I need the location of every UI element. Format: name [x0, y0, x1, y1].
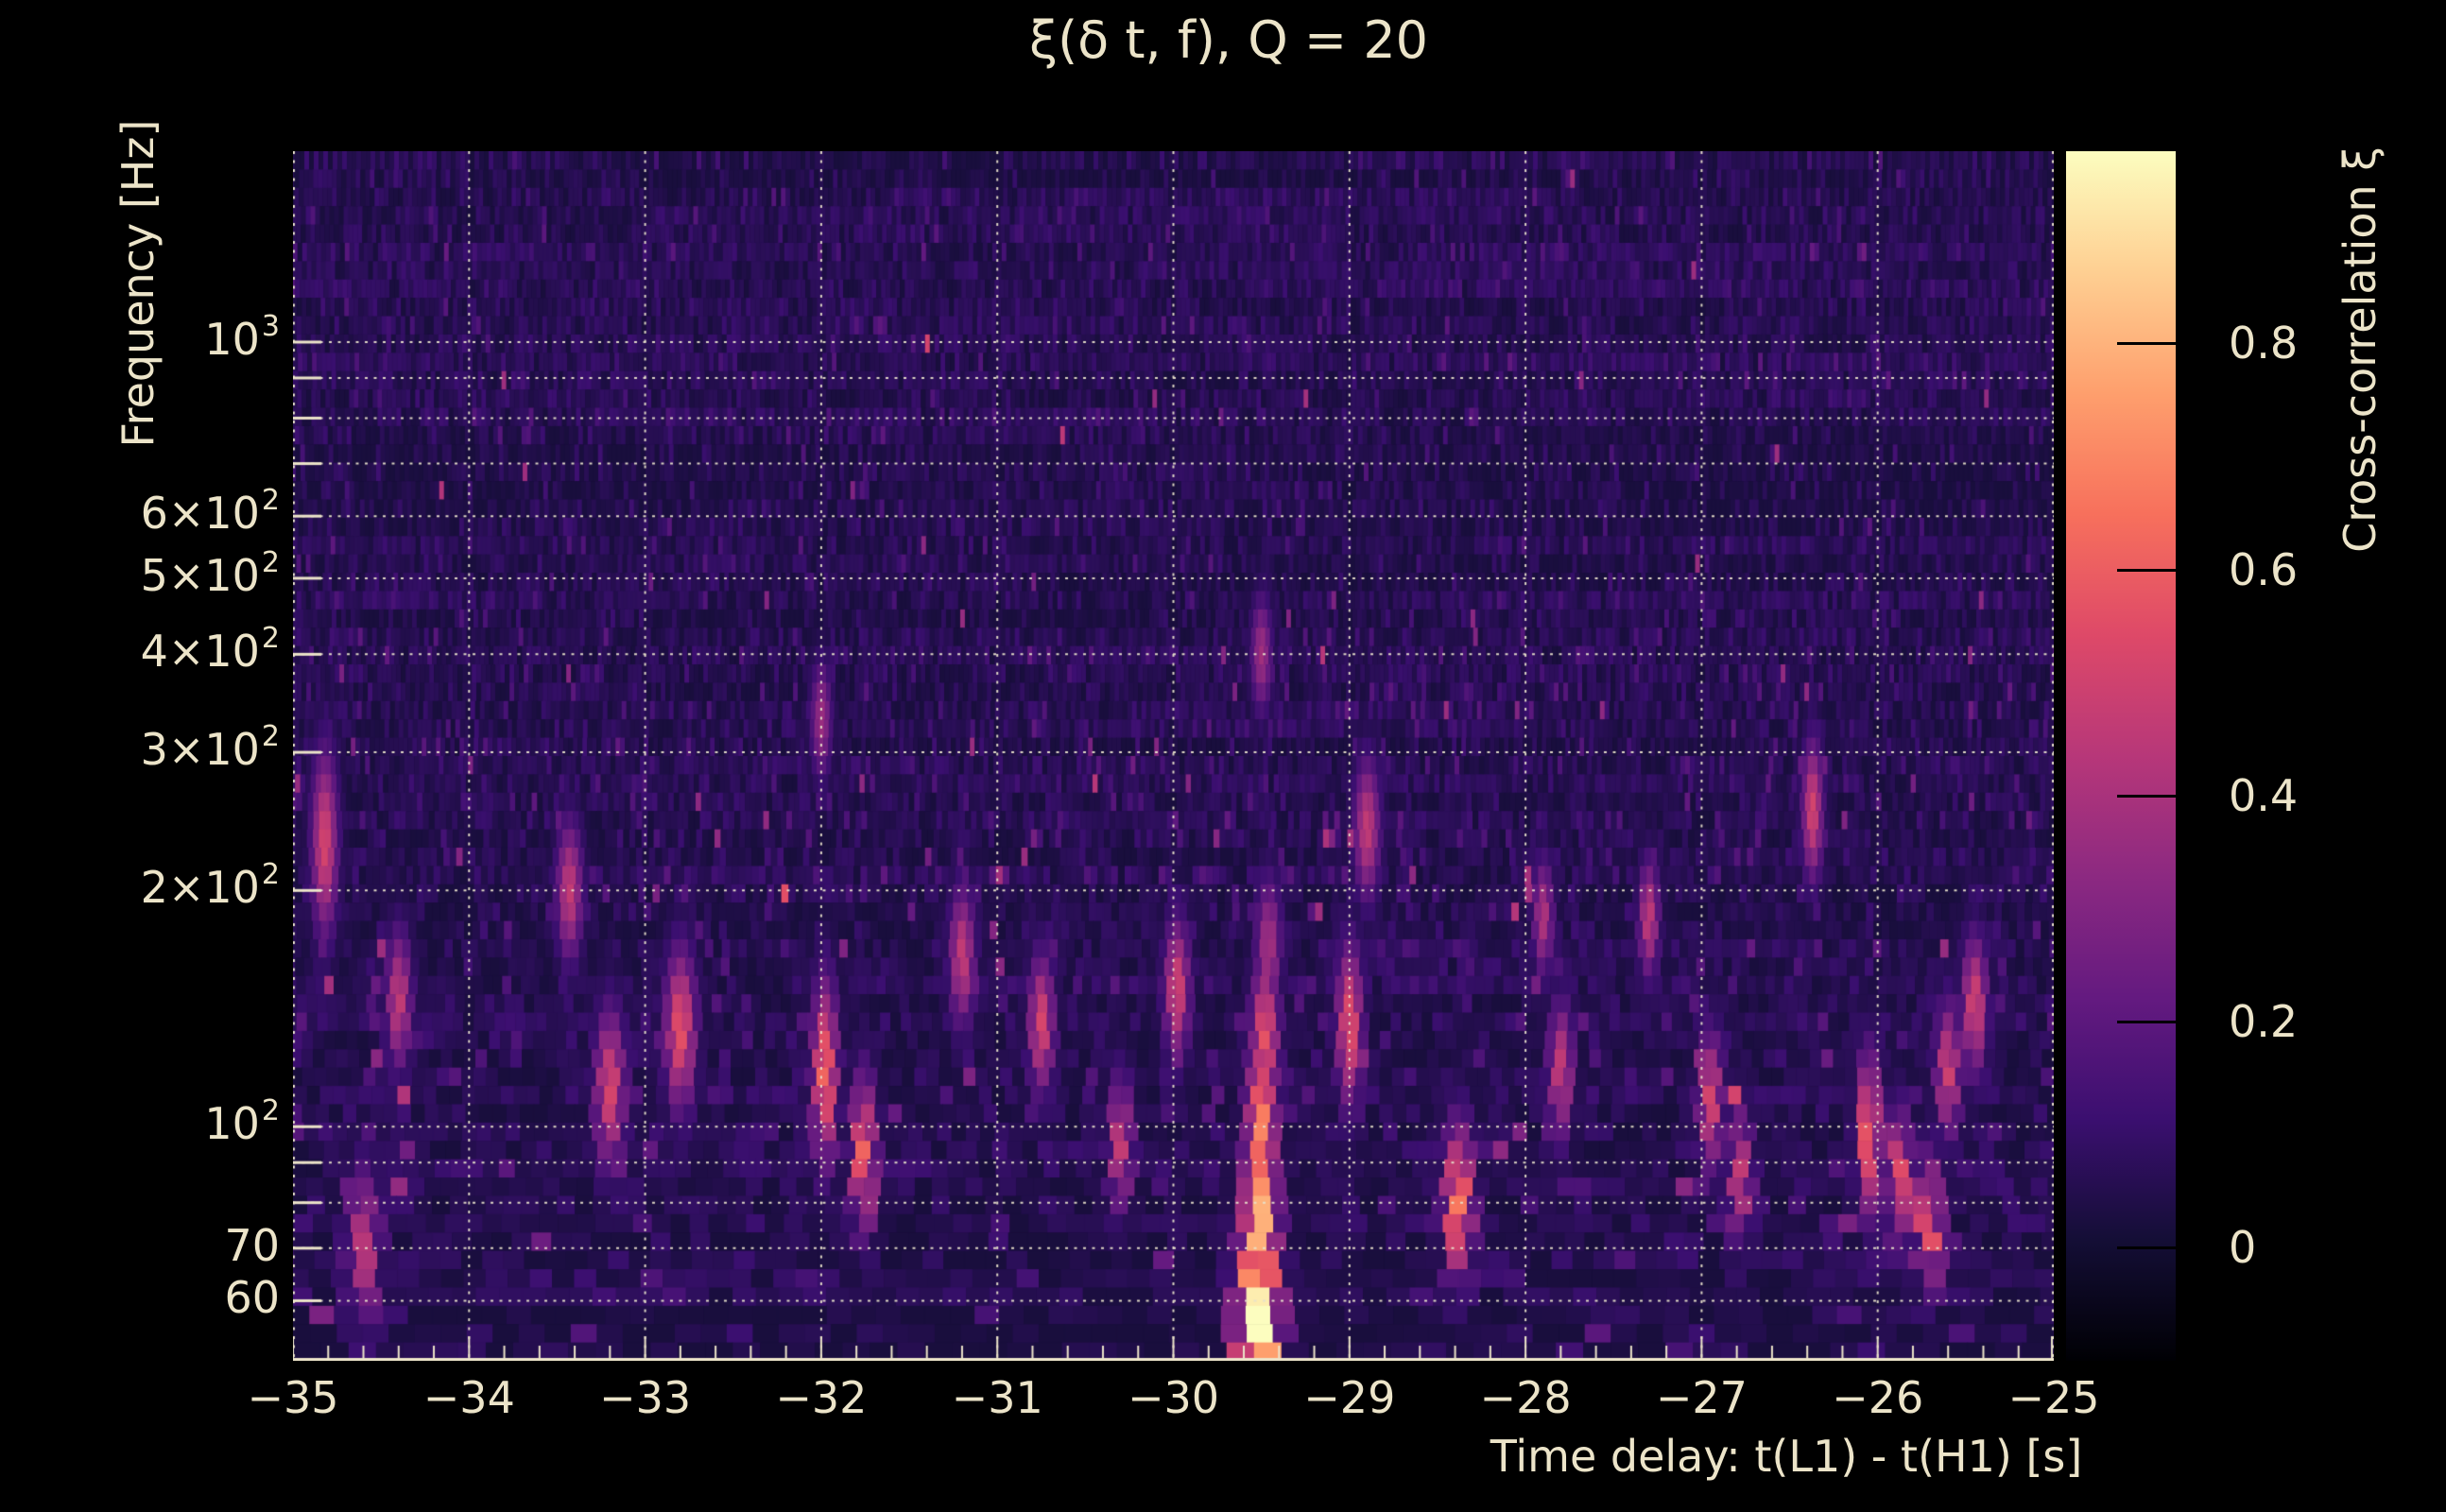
y-tick-label: 60 [224, 1272, 280, 1324]
colorbar-tick-mark [2117, 342, 2176, 346]
colorbar-tick-mark [2117, 794, 2176, 798]
y-axis-label: Frequency [Hz] [112, 119, 164, 448]
x-axis-label: Time delay: t(L1) - t(H1) [s] [1490, 1431, 2083, 1482]
y-tick-label: 5×102 [140, 545, 280, 601]
x-tick-label: −35 [247, 1372, 339, 1423]
x-tick-label: −27 [1655, 1372, 1748, 1423]
y-tick-label: 2×102 [140, 858, 280, 914]
colorbar-tick-mark [2117, 568, 2176, 572]
y-tick-label: 4×102 [140, 622, 280, 678]
x-tick-label: −28 [1479, 1372, 1572, 1423]
colorbar-tick-mark [2117, 1021, 2176, 1024]
colorbar-tick-label: 0.4 [2229, 769, 2299, 821]
chart-title: ξ(δ t, f), Q = 20 [1028, 10, 1429, 70]
colorbar-tick-mark [2117, 1246, 2176, 1250]
colorbar-gradient [2066, 151, 2176, 1361]
y-tick-label: 103 [204, 309, 280, 365]
heatmap-canvas [293, 151, 2054, 1361]
colorbar-tick-label: 0 [2229, 1222, 2257, 1274]
colorbar-tick-label: 0.8 [2229, 318, 2299, 369]
y-tick-label: 6×102 [140, 484, 280, 540]
x-tick-label: −25 [2007, 1372, 2100, 1423]
x-tick-label: −30 [1127, 1372, 1220, 1423]
cross-correlation-spectrogram-figure: ξ(δ t, f), Q = 20 Frequency [Hz] 103 6×10… [0, 0, 2446, 1512]
x-tick-label: −32 [775, 1372, 868, 1423]
colorbar-label: Cross-correlation ξ [2334, 146, 2386, 553]
x-tick-label: −34 [422, 1372, 515, 1423]
y-tick-label: 3×102 [140, 720, 280, 776]
x-tick-label: −26 [1832, 1372, 1924, 1423]
colorbar-tick-label: 0.2 [2229, 996, 2299, 1048]
x-tick-label: −31 [951, 1372, 1043, 1423]
colorbar-tick-label: 0.6 [2229, 543, 2299, 595]
y-tick-label: 70 [224, 1219, 280, 1271]
x-tick-label: −33 [599, 1372, 692, 1423]
y-tick-label: 102 [204, 1094, 280, 1150]
x-tick-label: −29 [1303, 1372, 1396, 1423]
